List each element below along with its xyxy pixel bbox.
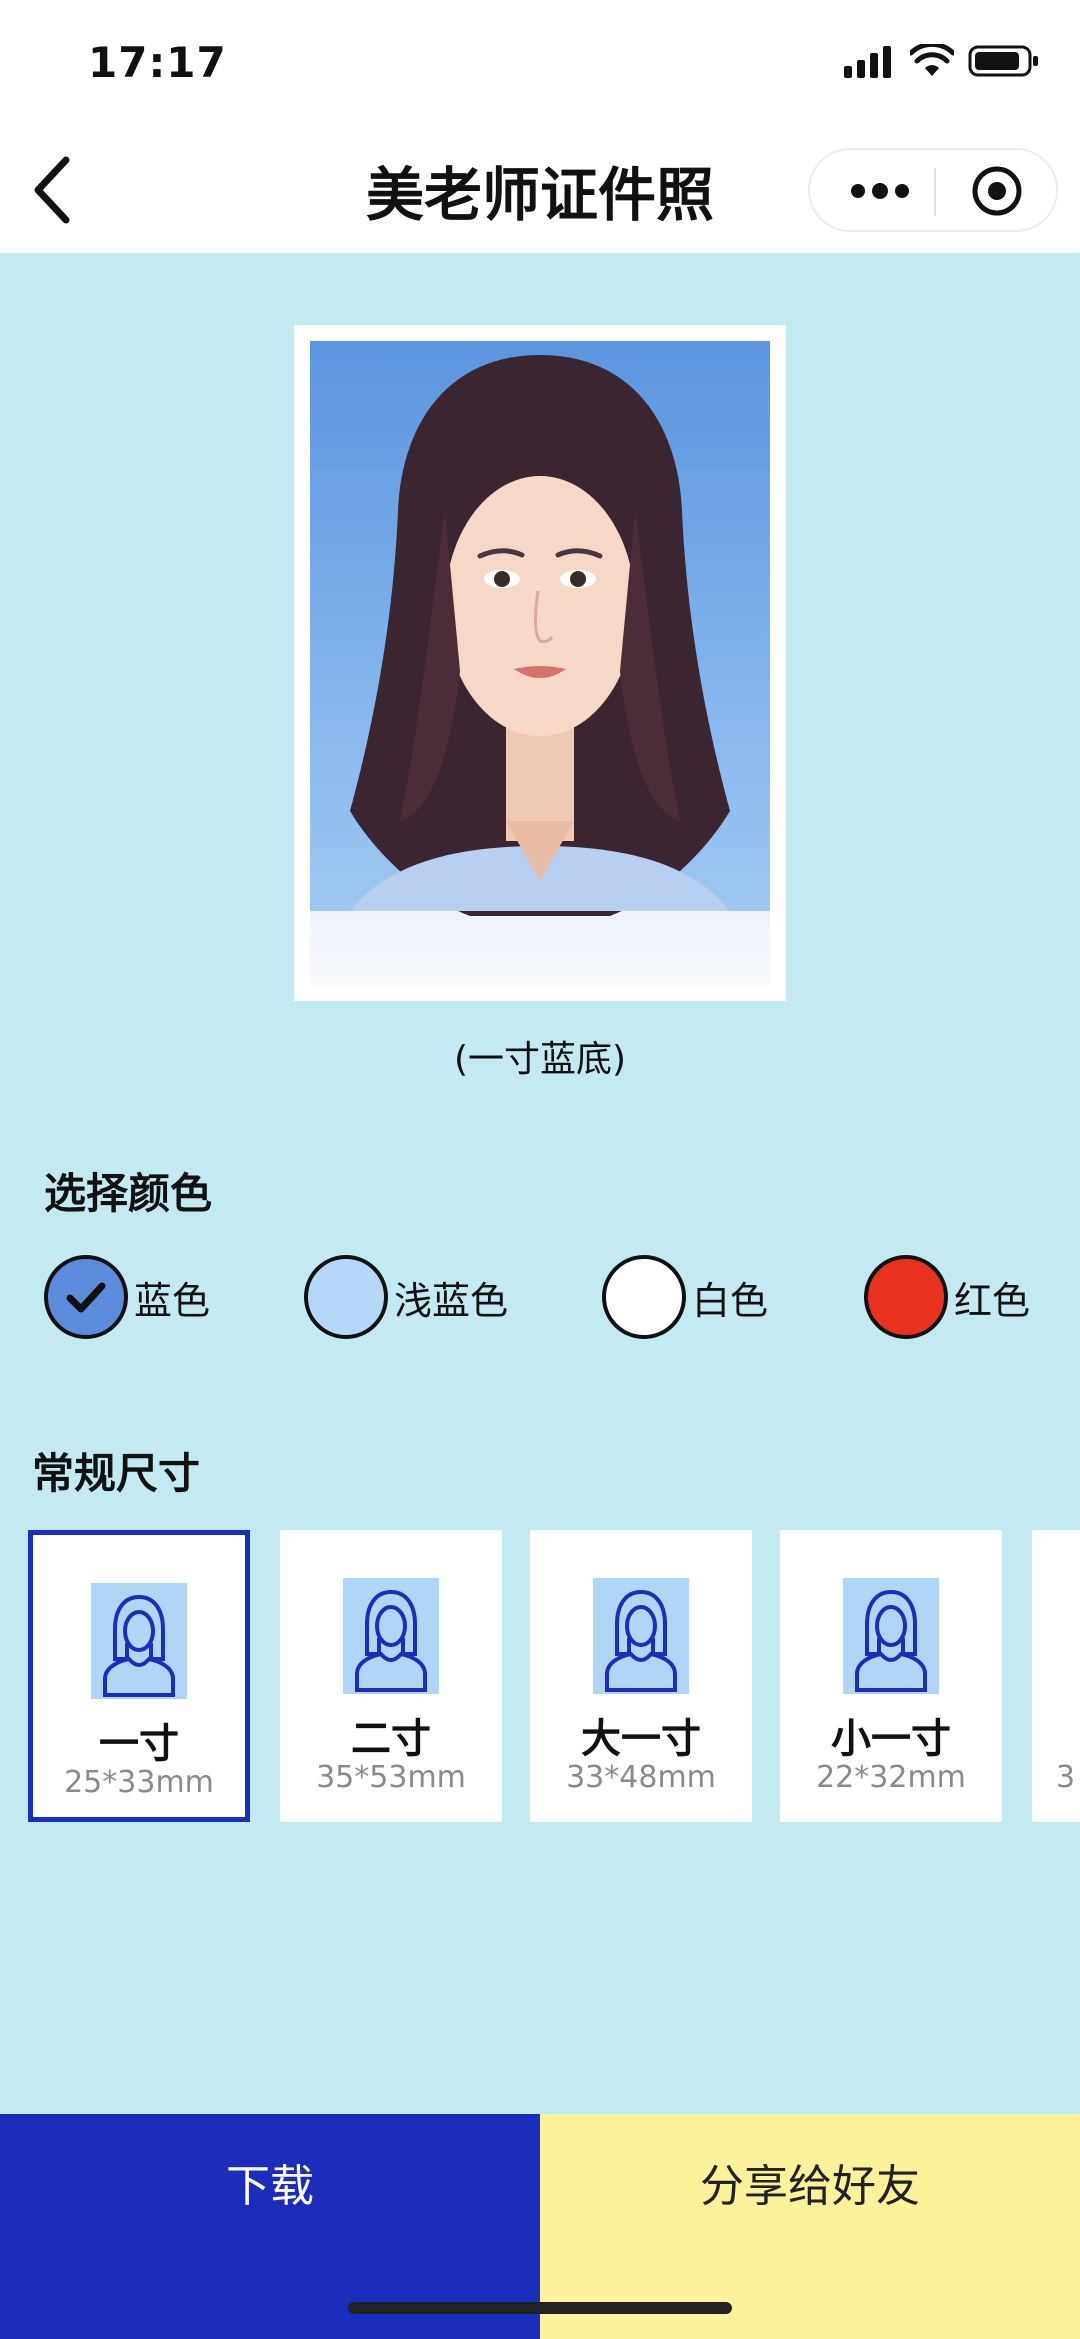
top-bar: 17:17 美老师证件照 — [0, 0, 1080, 253]
color-label-blue: 蓝色 — [134, 1278, 211, 1323]
size-card-large-1inch[interactable]: 大一寸 33*48mm — [530, 1530, 752, 1822]
person-portrait-icon — [593, 1578, 689, 1694]
status-icons — [844, 44, 1040, 78]
home-indicator — [348, 2302, 732, 2314]
wifi-icon — [910, 44, 954, 76]
size-card-2inch[interactable]: 二寸 35*53mm — [280, 1530, 502, 1822]
size-dimensions: 33*48mm — [566, 1760, 716, 1795]
target-icon[interactable] — [970, 164, 1024, 218]
mini-program-capsule — [808, 148, 1058, 232]
color-swatch-light-blue[interactable] — [304, 1255, 388, 1339]
size-dimensions: 22*32mm — [816, 1760, 966, 1795]
size-options: 一寸 25*33mm 二寸 35*53mm 大一寸 33*48mm 小一寸 22 — [0, 1530, 1080, 1822]
status-time: 17:17 — [88, 38, 227, 87]
person-portrait-icon — [343, 1578, 439, 1694]
color-label-red: 红色 — [954, 1278, 1031, 1323]
size-name: 二寸 — [351, 1716, 431, 1762]
photo-frame — [294, 325, 786, 1001]
size-card-1inch[interactable]: 一寸 25*33mm — [28, 1530, 250, 1822]
checkmark-icon — [66, 1282, 106, 1313]
size-dimensions: 35*53mm — [316, 1760, 466, 1795]
size-card-partial[interactable]: 3 — [1032, 1530, 1080, 1822]
size-dimensions: 3 — [1056, 1760, 1076, 1795]
color-option-white[interactable]: 白色 — [602, 1250, 768, 1344]
size-name: 小一寸 — [831, 1716, 951, 1762]
id-photo — [310, 341, 770, 985]
person-portrait-icon — [91, 1583, 187, 1699]
signal-icon — [844, 46, 891, 78]
battery-icon — [968, 45, 1038, 77]
more-dots-icon[interactable] — [848, 174, 912, 208]
size-section-title: 常规尺寸 — [32, 1449, 201, 1498]
color-option-red[interactable]: 红色 — [864, 1250, 1030, 1344]
color-swatch-blue[interactable] — [44, 1255, 128, 1339]
photo-caption: (一寸蓝底) — [453, 1039, 627, 1080]
size-card-small-1inch[interactable]: 小一寸 22*32mm — [780, 1530, 1002, 1822]
color-options: 蓝色 浅蓝色 白色 红色 — [0, 1250, 1080, 1344]
color-section-title: 选择颜色 — [44, 1169, 213, 1218]
capsule-divider — [934, 168, 936, 216]
color-option-light-blue[interactable]: 浅蓝色 — [304, 1250, 508, 1344]
color-label-white: 白色 — [692, 1278, 769, 1323]
size-name: 大一寸 — [581, 1716, 701, 1762]
color-option-blue[interactable]: 蓝色 — [44, 1250, 210, 1344]
color-label-light-blue: 浅蓝色 — [394, 1278, 509, 1323]
person-portrait-icon — [843, 1578, 939, 1694]
color-swatch-red[interactable] — [864, 1255, 948, 1339]
portrait-illustration — [350, 355, 730, 916]
size-dimensions: 25*33mm — [64, 1765, 214, 1800]
color-swatch-white[interactable] — [602, 1255, 686, 1339]
size-name: 一寸 — [99, 1721, 179, 1767]
